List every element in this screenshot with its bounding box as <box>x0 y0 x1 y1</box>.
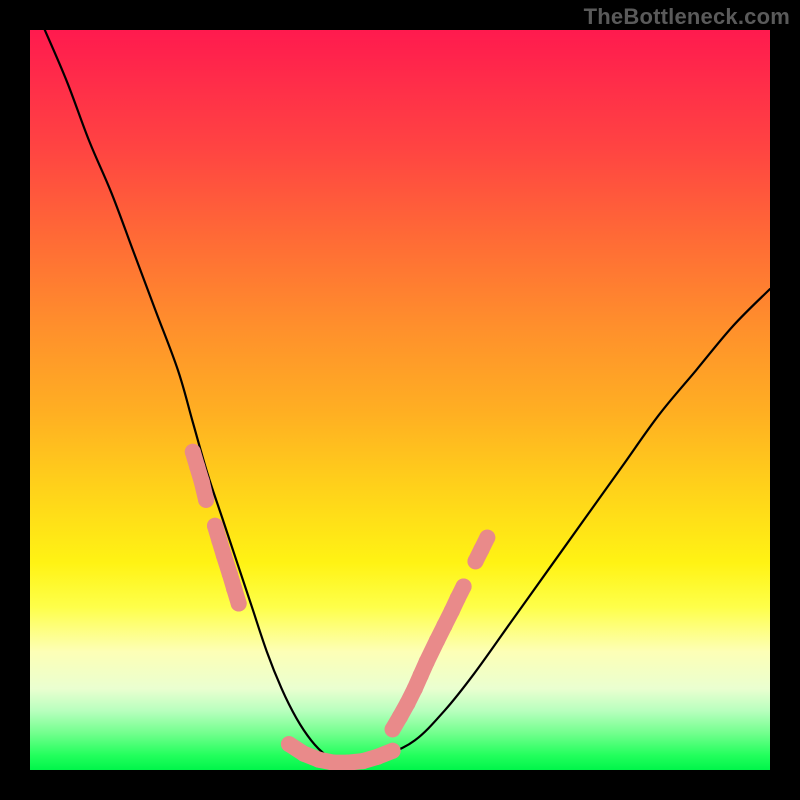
bottleneck-curve-line <box>45 30 770 764</box>
sample-dot-connector <box>481 538 487 550</box>
sample-dot-connector <box>378 751 393 757</box>
sample-dot-connector <box>234 589 239 604</box>
curve-svg <box>30 30 770 770</box>
chart-frame: TheBottleneck.com <box>0 0 800 800</box>
plot-area <box>30 30 770 770</box>
sample-dot-connector <box>202 481 206 500</box>
sample-dots-group <box>185 444 496 770</box>
watermark-label: TheBottleneck.com <box>584 4 790 30</box>
sample-dot-connector <box>458 587 464 599</box>
